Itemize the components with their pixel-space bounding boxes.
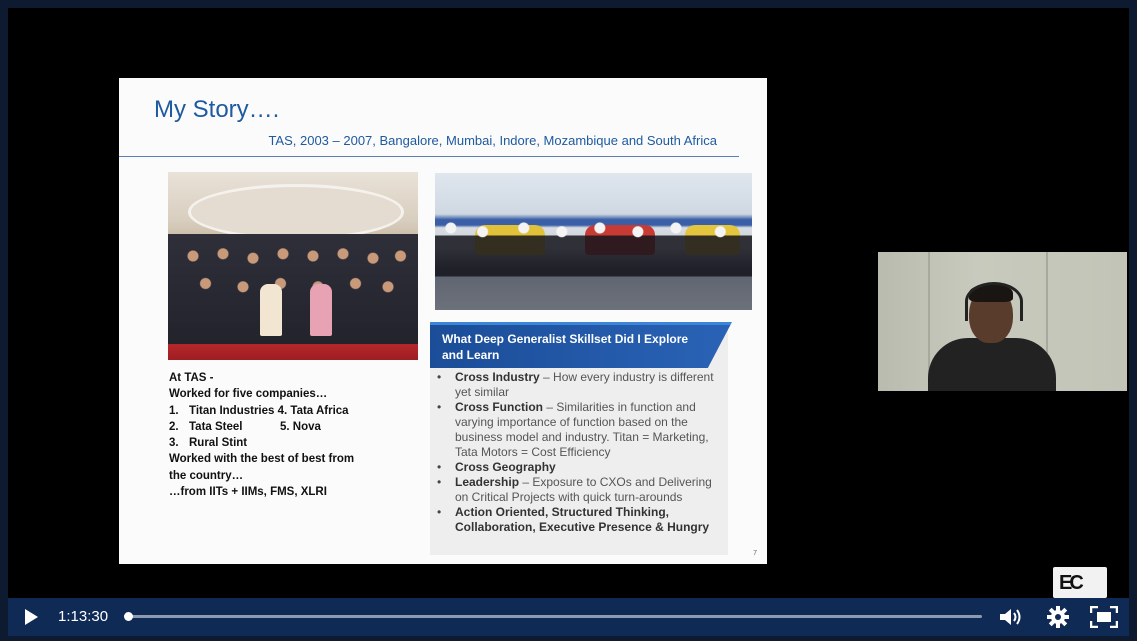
play-icon bbox=[25, 609, 38, 625]
presentation-slide: My Story…. TAS, 2003 – 2007, Bangalore, … bbox=[119, 78, 767, 564]
gear-icon bbox=[1047, 606, 1069, 628]
current-time: 1:13:30 bbox=[58, 608, 109, 625]
slide-title: My Story…. bbox=[154, 96, 280, 123]
list-item: Cross Industry – How every industry is d… bbox=[435, 370, 725, 400]
list-item: Cross Function – Similarities in functio… bbox=[435, 400, 725, 460]
fullscreen-button[interactable] bbox=[1088, 598, 1120, 636]
progress-bar[interactable] bbox=[124, 612, 982, 621]
player-controls: 1:13:30 bbox=[8, 598, 1129, 636]
slide-subtitle: TAS, 2003 – 2007, Bangalore, Mumbai, Ind… bbox=[268, 133, 717, 148]
skillset-header: What Deep Generalist Skillset Did I Expl… bbox=[430, 322, 732, 368]
video-frame[interactable]: My Story…. TAS, 2003 – 2007, Bangalore, … bbox=[8, 8, 1129, 598]
group-photo-tas bbox=[168, 172, 418, 360]
headset-icon bbox=[965, 282, 1023, 321]
list-item: Action Oriented, Structured Thinking, Co… bbox=[435, 505, 725, 535]
slide-page-number: 7 bbox=[753, 550, 757, 557]
progress-handle[interactable] bbox=[124, 612, 133, 621]
volume-button[interactable] bbox=[996, 598, 1026, 636]
list-item: Cross Geography bbox=[435, 460, 725, 475]
volume-icon bbox=[1000, 609, 1021, 625]
play-button[interactable] bbox=[18, 598, 44, 636]
skillset-list: Cross Industry – How every industry is d… bbox=[435, 370, 725, 535]
fullscreen-icon bbox=[1090, 606, 1118, 628]
brand-logo: EC bbox=[1053, 567, 1107, 598]
video-player: My Story…. TAS, 2003 – 2007, Bangalore, … bbox=[0, 0, 1137, 641]
settings-button[interactable] bbox=[1044, 598, 1072, 636]
slide-divider bbox=[119, 156, 739, 157]
presenter-webcam bbox=[878, 252, 1127, 391]
group-photo-cars bbox=[435, 173, 752, 310]
tas-summary: At TAS - Worked for five companies… 1. Ti… bbox=[169, 372, 355, 499]
list-item: Leadership – Exposure to CXOs and Delive… bbox=[435, 475, 725, 505]
